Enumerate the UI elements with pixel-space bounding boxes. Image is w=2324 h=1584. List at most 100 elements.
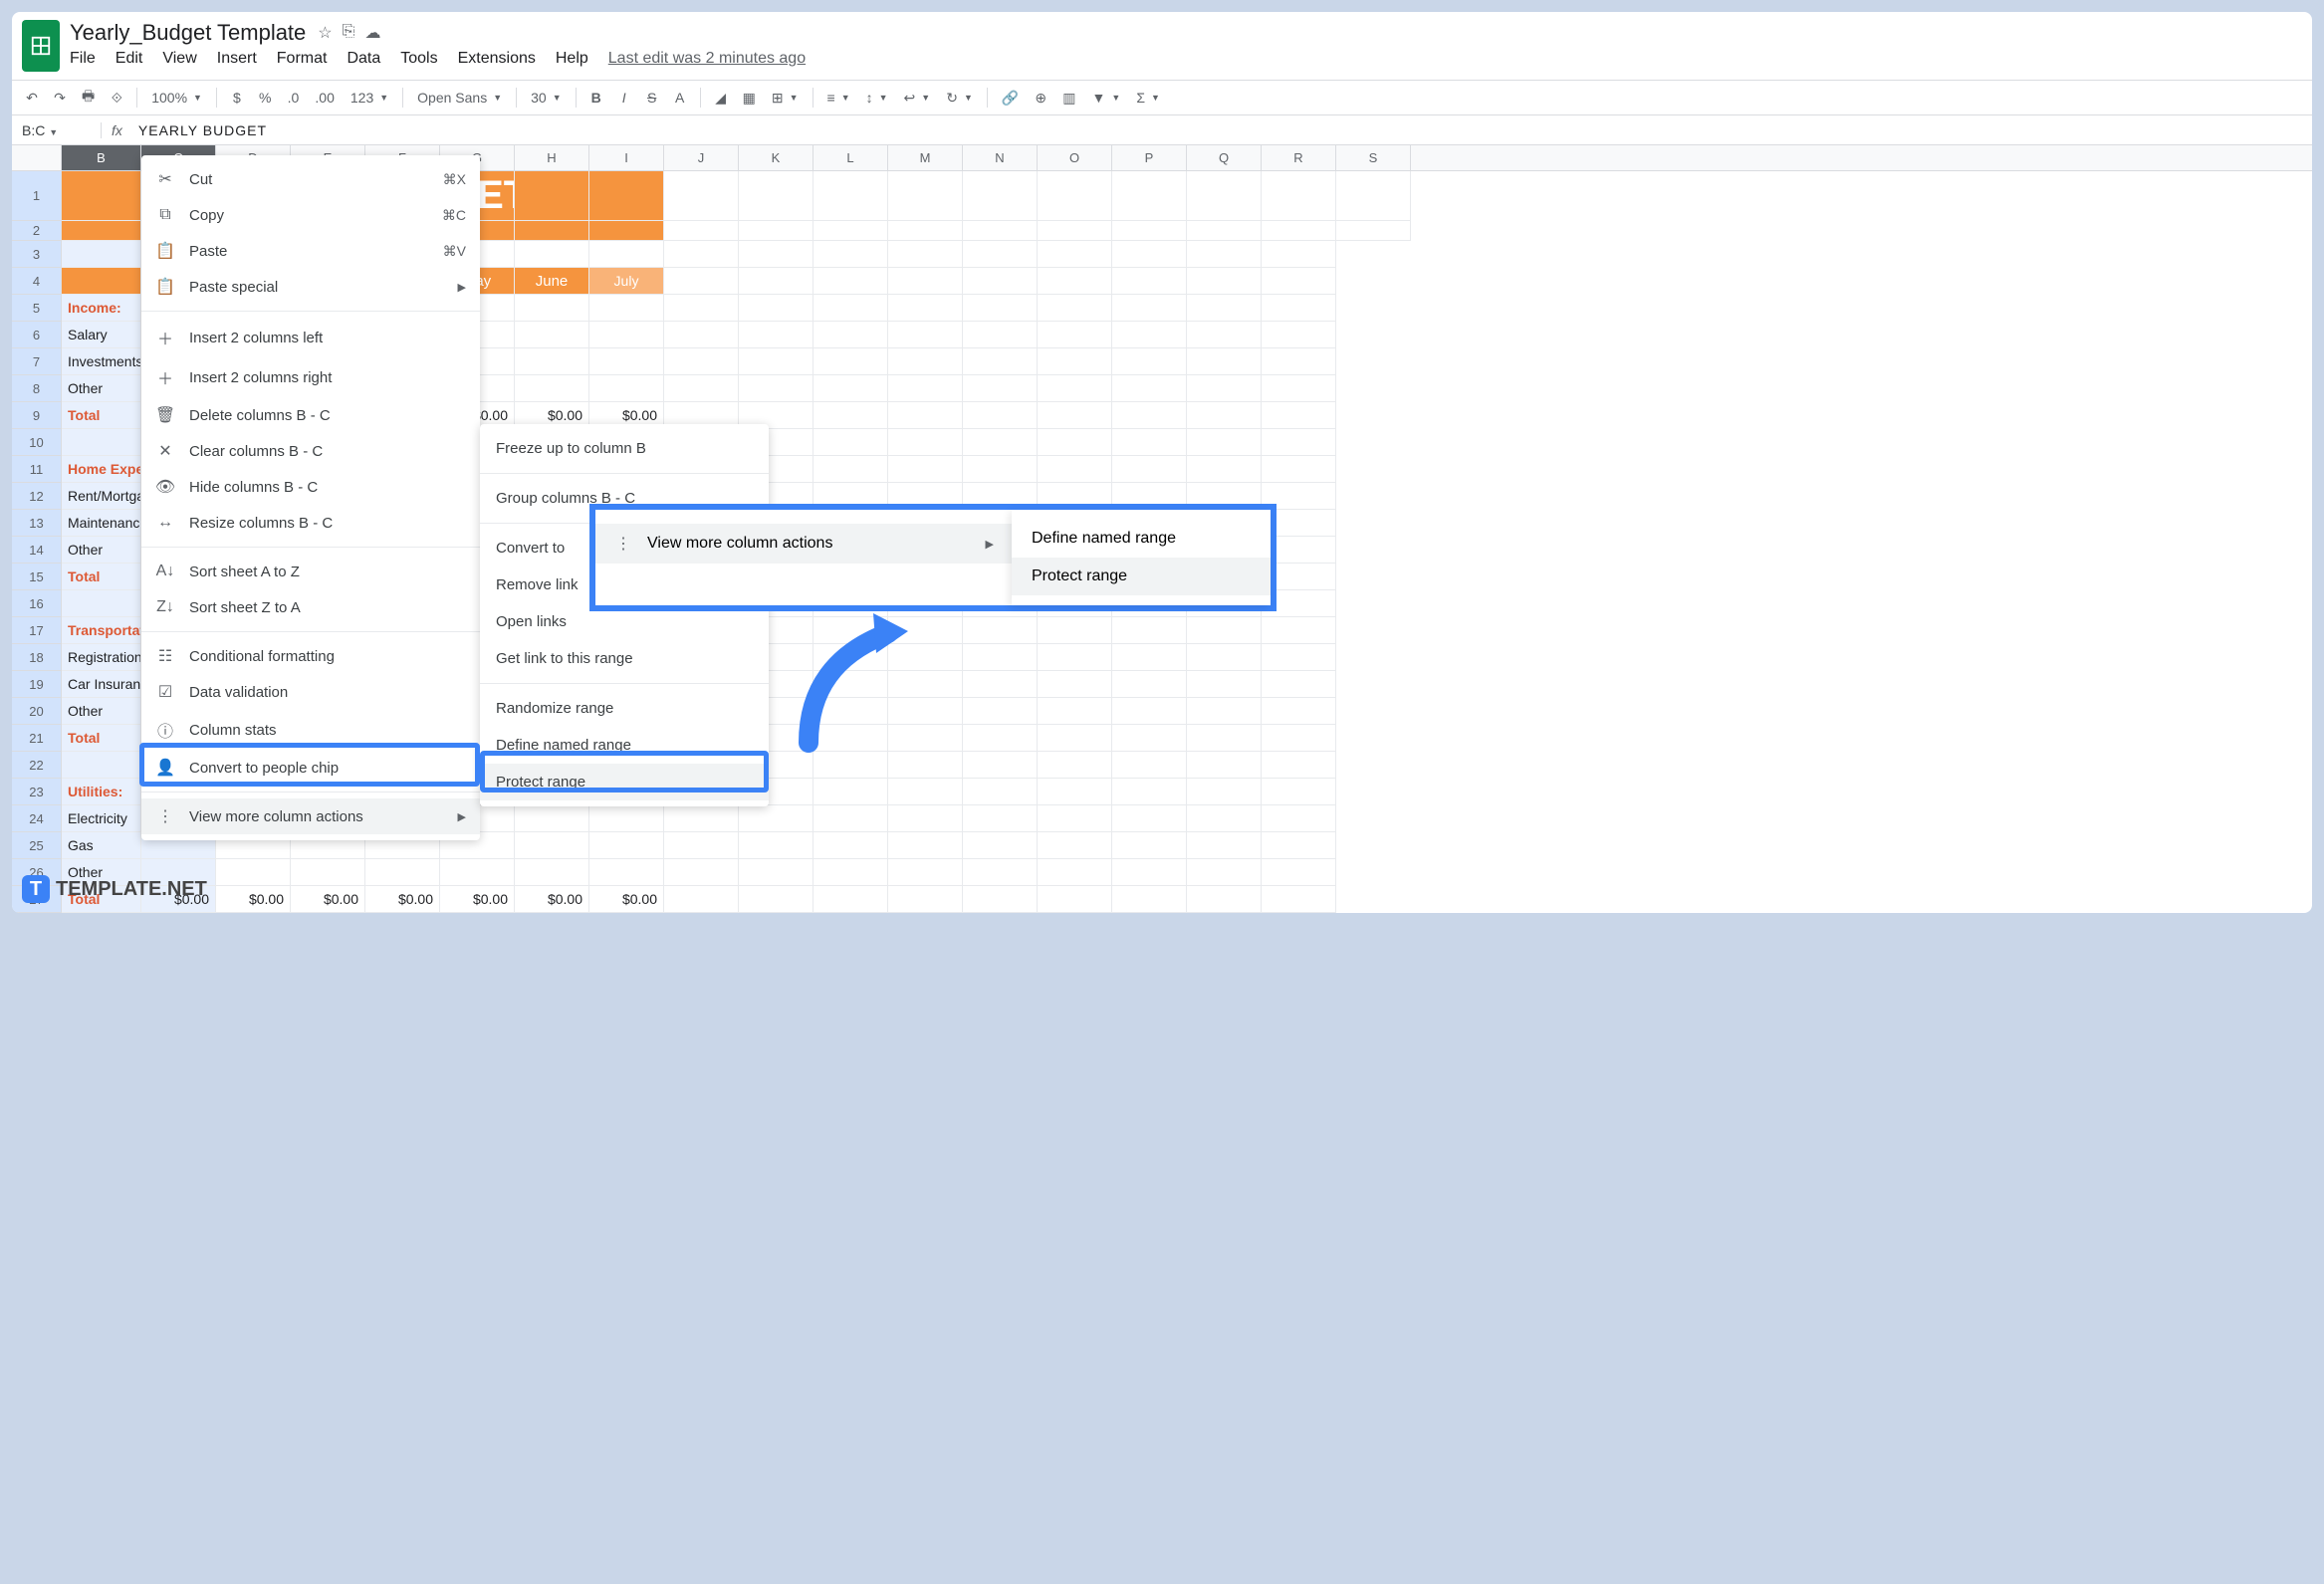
cell[interactable] — [1187, 805, 1262, 832]
row-header[interactable]: 15 — [12, 564, 62, 590]
ctx-clear[interactable]: ✕Clear columns B - C — [141, 433, 480, 469]
cell[interactable] — [739, 348, 813, 375]
cell[interactable] — [1112, 375, 1187, 402]
cell[interactable] — [1112, 698, 1187, 725]
cell[interactable] — [1262, 322, 1336, 348]
cell[interactable] — [1112, 725, 1187, 752]
cell[interactable] — [1038, 617, 1112, 644]
cell[interactable] — [1262, 241, 1336, 268]
menu-file[interactable]: File — [70, 50, 96, 68]
cell[interactable] — [963, 644, 1038, 671]
formula-input[interactable]: YEARLY BUDGET — [132, 122, 2312, 138]
cell-june[interactable]: June — [515, 268, 589, 295]
cell[interactable] — [739, 805, 813, 832]
cell[interactable] — [1262, 617, 1336, 644]
cell[interactable] — [739, 295, 813, 322]
cell[interactable] — [1038, 779, 1112, 805]
cell[interactable] — [1262, 859, 1336, 886]
cell[interactable] — [888, 375, 963, 402]
row-header[interactable]: 13 — [12, 510, 62, 537]
cell-total[interactable]: Total — [62, 564, 141, 590]
menu-view[interactable]: View — [162, 50, 196, 68]
cell[interactable] — [963, 671, 1038, 698]
cell-total[interactable]: Total — [62, 725, 141, 752]
cell[interactable] — [888, 832, 963, 859]
cell[interactable] — [1038, 295, 1112, 322]
ctx-paste-special[interactable]: 📋Paste special▶ — [141, 269, 480, 305]
cell[interactable] — [515, 348, 589, 375]
comment-button[interactable]: ⊕ — [1029, 85, 1052, 111]
cell-value[interactable]: $0.00 — [291, 886, 365, 913]
row-header[interactable]: 16 — [12, 590, 62, 617]
cell[interactable] — [739, 886, 813, 913]
cell[interactable] — [1262, 725, 1336, 752]
row-header[interactable]: 2 — [12, 221, 62, 241]
name-box[interactable]: B:C ▼ — [12, 122, 102, 138]
cell[interactable] — [1187, 617, 1262, 644]
cell[interactable] — [739, 322, 813, 348]
cell[interactable] — [664, 295, 739, 322]
cell[interactable] — [888, 886, 963, 913]
cell[interactable] — [664, 241, 739, 268]
cell[interactable] — [1187, 779, 1262, 805]
cell[interactable] — [1262, 671, 1336, 698]
valign-button[interactable]: ↕▼ — [860, 90, 894, 106]
cell[interactable] — [1038, 671, 1112, 698]
cell[interactable] — [739, 375, 813, 402]
font-dropdown[interactable]: Open Sans▼ — [411, 90, 508, 106]
cell[interactable] — [589, 295, 664, 322]
cloud-icon[interactable]: ☁ — [364, 23, 380, 43]
row-header[interactable]: 4 — [12, 268, 62, 295]
cell[interactable] — [664, 348, 739, 375]
cell[interactable] — [1187, 429, 1262, 456]
cell[interactable] — [1187, 402, 1262, 429]
cell[interactable] — [888, 221, 963, 241]
row-header[interactable]: 20 — [12, 698, 62, 725]
cell[interactable] — [1262, 268, 1336, 295]
row-header[interactable]: 6 — [12, 322, 62, 348]
cell[interactable] — [963, 268, 1038, 295]
ctx-cut[interactable]: ✂Cut⌘X — [141, 161, 480, 197]
row-header[interactable]: 25 — [12, 832, 62, 859]
cell[interactable] — [813, 295, 888, 322]
cell[interactable] — [813, 886, 888, 913]
sheets-logo-icon[interactable] — [22, 20, 60, 72]
col-header-n[interactable]: N — [963, 145, 1038, 170]
cell[interactable] — [1187, 725, 1262, 752]
cell[interactable] — [1262, 832, 1336, 859]
halign-button[interactable]: ≡▼ — [821, 90, 856, 106]
menu-extensions[interactable]: Extensions — [458, 50, 536, 68]
cell-car-insurance[interactable]: Car Insurance — [62, 671, 141, 698]
cell[interactable] — [1112, 221, 1187, 241]
cell[interactable] — [216, 859, 291, 886]
col-header-p[interactable]: P — [1112, 145, 1187, 170]
cell-other[interactable]: Other — [62, 698, 141, 725]
cell[interactable] — [1112, 241, 1187, 268]
cell[interactable] — [1038, 375, 1112, 402]
menu-edit[interactable]: Edit — [116, 50, 143, 68]
cell[interactable] — [739, 268, 813, 295]
cell[interactable] — [888, 429, 963, 456]
callout-protect[interactable]: Protect range — [1012, 558, 1271, 595]
ctx-insert-left[interactable]: ＋Insert 2 columns left — [141, 318, 480, 357]
cell[interactable] — [589, 322, 664, 348]
cell[interactable] — [589, 348, 664, 375]
cell[interactable] — [1187, 171, 1262, 221]
cell[interactable] — [1038, 832, 1112, 859]
doc-title[interactable]: Yearly_Budget Template — [70, 20, 306, 46]
row-header[interactable]: 19 — [12, 671, 62, 698]
ctx-copy[interactable]: ⧉Copy⌘C — [141, 197, 480, 233]
cell-value[interactable]: $0.00 — [589, 886, 664, 913]
cell[interactable] — [1187, 456, 1262, 483]
cell[interactable] — [515, 832, 589, 859]
cell[interactable] — [963, 322, 1038, 348]
cell[interactable] — [963, 295, 1038, 322]
cell[interactable] — [963, 221, 1038, 241]
chart-button[interactable]: ▥ — [1056, 85, 1081, 111]
cell[interactable] — [1262, 295, 1336, 322]
cell[interactable] — [589, 221, 664, 241]
link-button[interactable]: 🔗 — [996, 85, 1025, 111]
cell[interactable] — [963, 752, 1038, 779]
row-header[interactable]: 18 — [12, 644, 62, 671]
cell[interactable] — [888, 805, 963, 832]
